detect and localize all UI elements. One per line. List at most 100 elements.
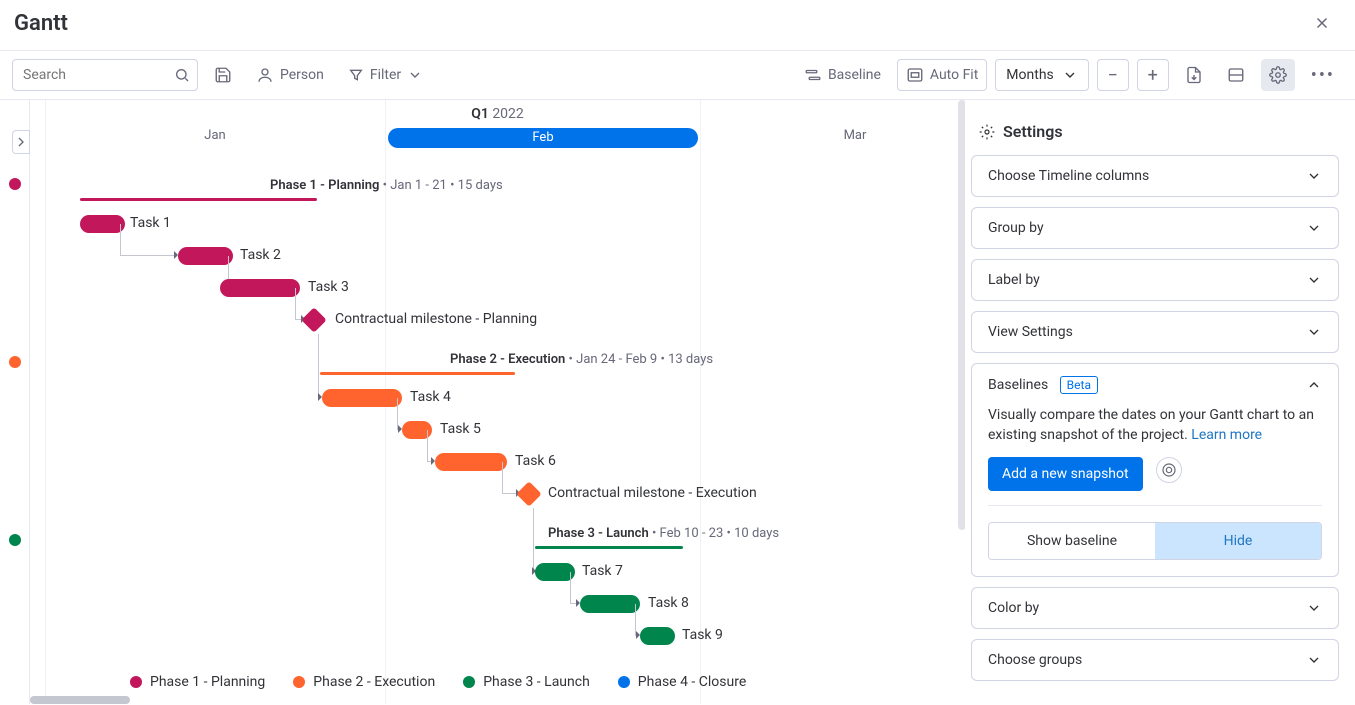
zoom-in-button[interactable]: + <box>1137 59 1169 91</box>
dependency-connector <box>533 508 534 572</box>
chevron-down-icon <box>1062 67 1078 83</box>
legend-label: Phase 1 - Planning <box>150 674 265 690</box>
search-icon <box>174 67 190 83</box>
baseline-button[interactable]: Baseline <box>796 59 889 91</box>
dependency-connector <box>295 288 303 320</box>
acc-color-by[interactable]: Color by <box>972 588 1338 628</box>
chevron-down-icon <box>1306 600 1322 616</box>
autofit-button[interactable]: Auto Fit <box>897 59 987 91</box>
timescale-value: Months <box>1006 67 1053 83</box>
task-bar[interactable] <box>220 279 300 297</box>
dependency-connector <box>635 604 638 636</box>
chevron-down-icon <box>1306 324 1322 340</box>
baseline-toggle: Show baseline Hide <box>988 522 1322 560</box>
milestone-label: Contractual milestone - Planning <box>335 311 537 327</box>
expand-sidebar-button[interactable] <box>12 130 30 154</box>
task-label: Task 6 <box>515 453 556 469</box>
milestone-diamond[interactable] <box>516 481 541 506</box>
acc-baselines[interactable]: Baselines Beta <box>972 364 1338 406</box>
gear-icon <box>979 124 995 140</box>
legend-item[interactable]: Phase 2 - Execution <box>293 674 435 690</box>
month-label: Mar <box>700 128 965 143</box>
legend-color-icon <box>463 676 475 688</box>
task-label: Task 2 <box>240 247 281 263</box>
task-label: Task 8 <box>648 595 689 611</box>
add-snapshot-button[interactable]: Add a new snapshot <box>988 457 1143 491</box>
export-button[interactable] <box>1177 59 1211 91</box>
legend: Phase 1 - Planning Phase 2 - Execution Pha… <box>130 660 965 704</box>
task-bar[interactable] <box>322 389 402 407</box>
task-label: Task 3 <box>308 279 349 295</box>
acc-timeline-columns[interactable]: Choose Timeline columns <box>972 156 1338 196</box>
dependency-connector <box>502 462 518 494</box>
beta-badge: Beta <box>1060 376 1098 394</box>
legend-item[interactable]: Phase 4 - Closure <box>618 674 746 690</box>
close-button[interactable] <box>1309 10 1335 36</box>
phase-summary-bar[interactable] <box>535 546 683 549</box>
settings-panel: Settings Choose Timeline columns Group b… <box>965 100 1355 704</box>
milestone-label: Contractual milestone - Execution <box>548 485 757 501</box>
show-baseline-button[interactable]: Show baseline <box>989 523 1155 559</box>
learn-more-link[interactable]: Learn more <box>1191 427 1262 443</box>
phase-indicator-dot <box>9 178 21 190</box>
snapshot-info-icon[interactable] <box>1156 457 1182 483</box>
person-filter[interactable]: Person <box>248 59 332 91</box>
task-label: Task 5 <box>440 421 481 437</box>
phase-summary-bar[interactable] <box>80 198 317 201</box>
save-button[interactable] <box>206 59 240 91</box>
legend-label: Phase 4 - Closure <box>638 674 746 690</box>
chevron-down-icon <box>1306 272 1322 288</box>
chevron-down-icon <box>1306 168 1322 184</box>
task-bar[interactable] <box>580 595 640 613</box>
filter-button[interactable]: Filter <box>340 59 431 91</box>
horizontal-scrollbar[interactable] <box>30 696 130 704</box>
autofit-label: Auto Fit <box>930 67 978 83</box>
legend-color-icon <box>293 676 305 688</box>
legend-label: Phase 3 - Launch <box>483 674 590 690</box>
gantt-chart[interactable]: Q1 2022 JanFebMar Phase 1 - Planning • J… <box>30 100 965 704</box>
toolbar: Person Filter Baseline Auto Fit Months −… <box>0 51 1355 100</box>
milestone-diamond[interactable] <box>301 307 326 332</box>
search-wrapper <box>12 59 198 91</box>
month-label: Jan <box>60 128 370 143</box>
zoom-out-button[interactable]: − <box>1097 59 1129 91</box>
page-title: Gantt <box>14 11 68 36</box>
acc-label-by[interactable]: Label by <box>972 260 1338 300</box>
acc-choose-groups[interactable]: Choose groups <box>972 640 1338 680</box>
vertical-scrollbar[interactable] <box>958 100 965 530</box>
baseline-label: Baseline <box>828 67 881 83</box>
phase-indicator-dot <box>9 534 21 546</box>
hide-baseline-button[interactable]: Hide <box>1155 523 1321 559</box>
task-label: Task 9 <box>682 627 723 643</box>
legend-label: Phase 2 - Execution <box>313 674 435 690</box>
dependency-connector <box>318 334 320 398</box>
task-bar[interactable] <box>178 247 233 265</box>
acc-view-settings[interactable]: View Settings <box>972 312 1338 352</box>
acc-group-by[interactable]: Group by <box>972 208 1338 248</box>
settings-title: Settings <box>1003 122 1063 141</box>
chevron-down-icon <box>1306 652 1322 668</box>
legend-item[interactable]: Phase 1 - Planning <box>130 674 265 690</box>
chevron-down-icon <box>407 67 423 83</box>
task-bar[interactable] <box>640 627 675 645</box>
phase-summary-bar[interactable] <box>320 372 515 375</box>
task-bar[interactable] <box>80 215 125 233</box>
baselines-desc: Visually compare the dates on your Gantt… <box>988 407 1314 443</box>
task-label: Task 4 <box>410 389 451 405</box>
timescale-select[interactable]: Months <box>995 59 1088 91</box>
phase-indicator-dot <box>9 356 21 368</box>
split-view-button[interactable] <box>1219 59 1253 91</box>
phase-label: Phase 2 - Execution • Jan 24 - Feb 9 • 1… <box>450 352 713 367</box>
task-bar[interactable] <box>435 453 507 471</box>
legend-item[interactable]: Phase 3 - Launch <box>463 674 590 690</box>
quarter-label: Q1 <box>471 106 489 122</box>
dependency-connector <box>397 398 400 430</box>
task-bar[interactable] <box>535 563 575 581</box>
person-label: Person <box>280 67 324 83</box>
more-button[interactable]: ••• <box>1303 59 1343 91</box>
left-gutter <box>0 100 30 704</box>
settings-button[interactable] <box>1261 59 1295 91</box>
search-input[interactable] <box>12 59 198 91</box>
dependency-connector <box>427 430 433 462</box>
timeline-header: Q1 2022 JanFebMar <box>30 100 965 158</box>
